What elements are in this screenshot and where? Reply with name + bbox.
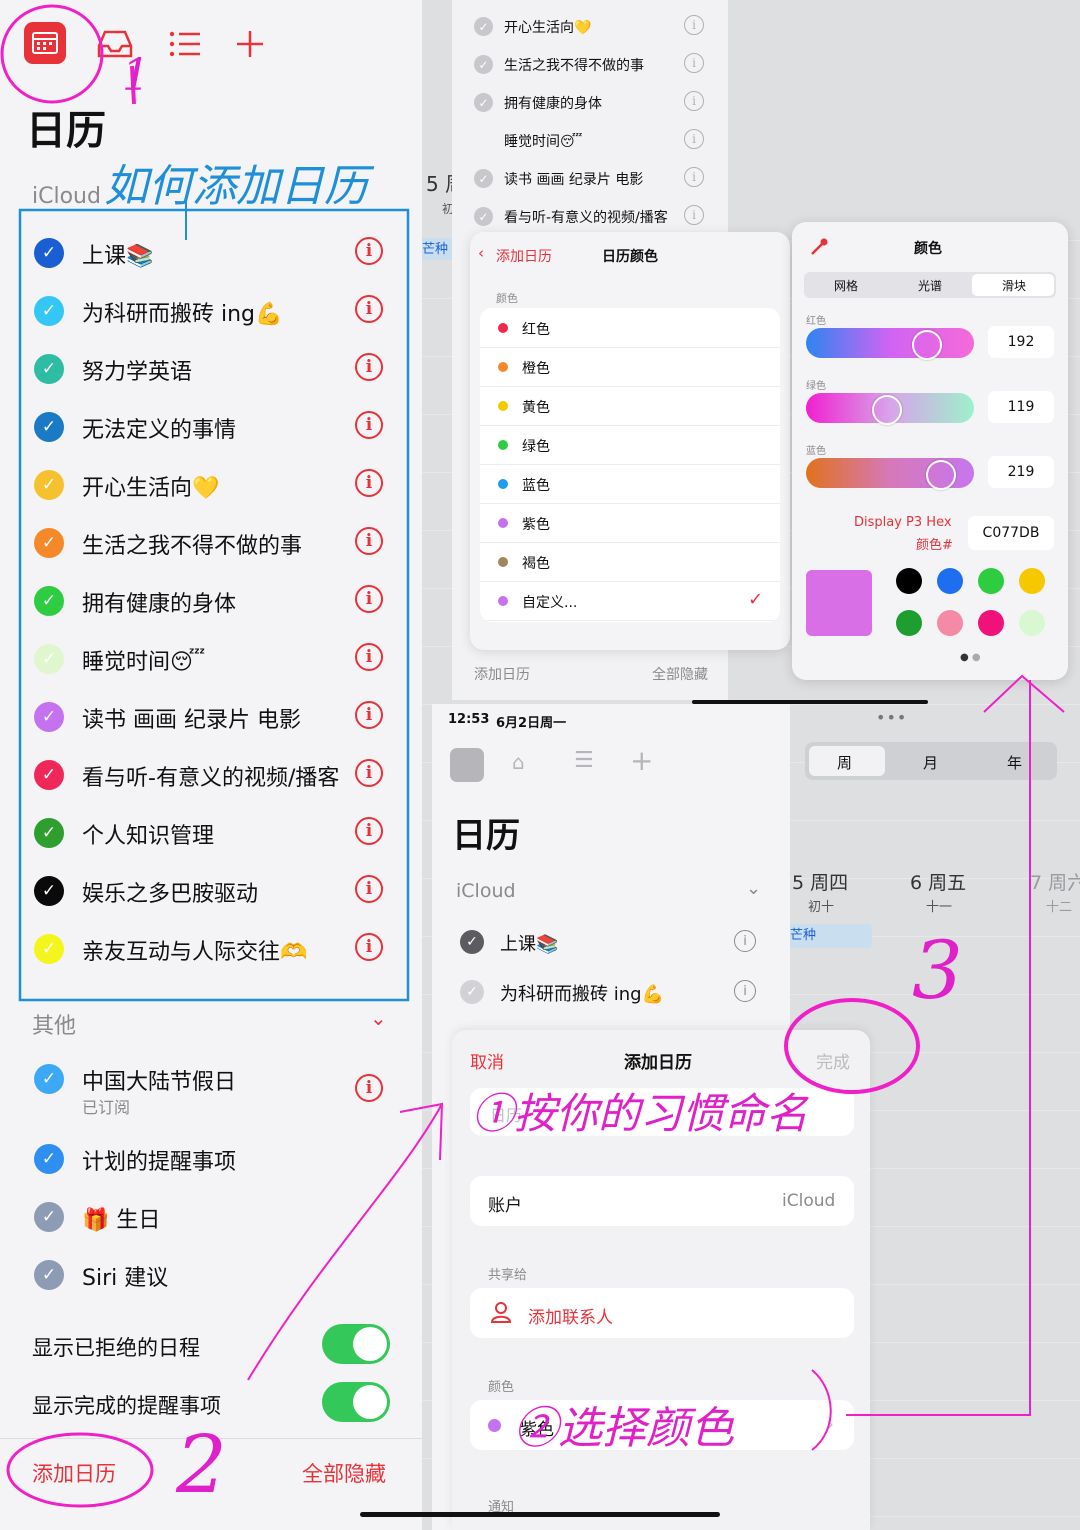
annotation-color-hint: ②选择颜色 xyxy=(514,1403,734,1454)
annotation-step-2: 2 xyxy=(176,1418,227,1511)
annotation-step-1: 1 xyxy=(122,50,150,101)
annotation-name-hint: ①按你的习惯命名 xyxy=(472,1089,809,1138)
annotation-how-to: 如何添加日历 xyxy=(104,161,368,212)
annotation-overlay xyxy=(0,4,1065,1508)
annotation-step-3: 3 xyxy=(912,924,963,1017)
